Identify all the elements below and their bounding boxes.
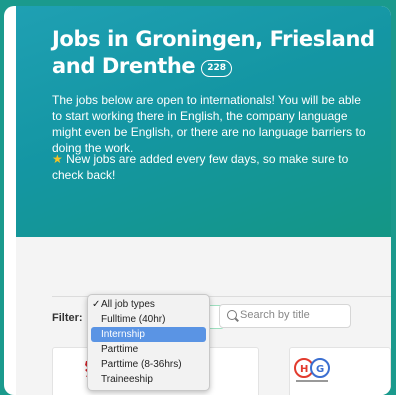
hero-banner: Jobs in Groningen, Friesland and Drenthe… [16, 6, 391, 237]
check-icon: ✓ [92, 299, 101, 310]
dropdown-option[interactable]: Parttime (8-36hrs) [88, 357, 209, 372]
job-count-badge: 228 [201, 60, 233, 77]
dropdown-option-label: All job types [101, 299, 155, 310]
svg-text:H: H [300, 364, 308, 375]
page-title: Jobs in Groningen, Friesland and Drenthe… [52, 27, 375, 78]
dropdown-option-label: Fulltime (40hr) [101, 314, 166, 325]
svg-text:G: G [316, 364, 324, 375]
search-input[interactable]: Search by title [219, 304, 351, 328]
search-icon [227, 310, 237, 320]
dropdown-option[interactable]: ✓ All job types [88, 297, 209, 312]
filter-label: Filter: [52, 312, 83, 324]
dropdown-option-label: Parttime (8-36hrs) [101, 359, 182, 370]
dropdown-option-label: Parttime [101, 344, 139, 355]
dropdown-option[interactable]: Parttime [88, 342, 209, 357]
intro-text: The jobs below are open to international… [52, 93, 366, 155]
dropdown-option[interactable]: Fulltime (40hr) [88, 312, 209, 327]
star-icon: ★ [52, 152, 63, 166]
dropdown-option[interactable]: Traineeship [88, 372, 209, 387]
dropdown-option-label: Internship [101, 329, 145, 340]
dropdown-option-label: Traineeship [101, 374, 153, 385]
dropdown-option[interactable]: Internship [91, 327, 206, 342]
company-logo: H G [294, 358, 330, 382]
search-placeholder: Search by title [240, 309, 310, 321]
job-type-dropdown[interactable]: ✓ All job types Fulltime (40hr) Internship P… [87, 294, 210, 391]
update-note: ★ New jobs are added every few days, so … [52, 152, 349, 182]
